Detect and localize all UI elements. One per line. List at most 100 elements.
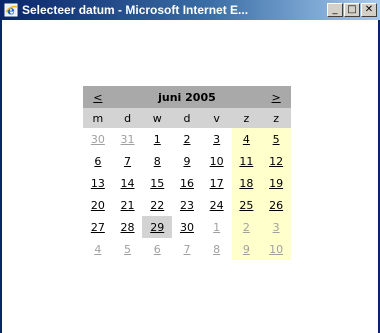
close-button[interactable]: ✕: [361, 3, 377, 17]
calendar-day-link[interactable]: 3: [213, 133, 220, 146]
calendar-day-link[interactable]: 5: [273, 133, 280, 146]
calendar-day-link[interactable]: 1: [213, 221, 220, 234]
calendar-day-cell: 17: [201, 172, 232, 194]
calendar-day-cell: 8: [201, 238, 232, 260]
calendar-day-link[interactable]: 2: [243, 221, 250, 234]
calendar-day-link[interactable]: 30: [180, 221, 194, 234]
calendar-day-link[interactable]: 9: [243, 243, 250, 256]
calendar-day-cell: 24: [201, 194, 232, 216]
calendar-day-cell: 4: [231, 128, 262, 150]
calendar-day-link[interactable]: 24: [210, 199, 224, 212]
calendar-day-link[interactable]: 6: [154, 243, 161, 256]
calendar-day-link[interactable]: 28: [121, 221, 135, 234]
calendar-day-cell: 1: [142, 128, 173, 150]
minimize-button[interactable]: _: [327, 3, 343, 17]
minimize-icon: _: [332, 4, 338, 15]
window-controls: _ □ ✕: [327, 3, 377, 17]
calendar-day-link[interactable]: 1: [154, 133, 161, 146]
calendar-day-cell: 21: [112, 194, 143, 216]
calendar-day-cell: 22: [142, 194, 173, 216]
svg-text:e: e: [7, 4, 15, 18]
calendar-day-cell: 11: [231, 150, 262, 172]
calendar-day-link[interactable]: 3: [273, 221, 280, 234]
weekday-label: v: [201, 108, 232, 128]
calendar-day-link[interactable]: 25: [239, 199, 253, 212]
calendar-day-link[interactable]: 9: [183, 155, 190, 168]
calendar-day-cell: 13: [83, 172, 113, 194]
calendar-day-cell: 31: [112, 128, 143, 150]
calendar-day-link[interactable]: 31: [121, 133, 135, 146]
calendar-day-link[interactable]: 30: [91, 133, 105, 146]
calendar-day-link[interactable]: 18: [239, 177, 253, 190]
calendar-day-cell: 30: [83, 128, 113, 150]
calendar-day-cell: 9: [231, 238, 262, 260]
calendar-day-link[interactable]: 4: [243, 133, 250, 146]
calendar-days: 30 31 1 2 3 4 5 6 7 8 9 10 11 12 13 14 15 16 17 18 19 20 21 22 2…: [83, 128, 291, 260]
title-bar[interactable]: e Selecteer datum - Microsoft Internet E…: [0, 0, 380, 20]
prev-month-link[interactable]: <: [83, 86, 113, 108]
calendar-header: < juni 2005 >: [83, 86, 291, 108]
calendar-day-cell: 10: [201, 150, 232, 172]
calendar-day-link[interactable]: 26: [269, 199, 283, 212]
calendar-day-cell: 3: [261, 216, 291, 238]
calendar-day-link[interactable]: 10: [269, 243, 283, 256]
calendar-day-cell: 29: [142, 216, 173, 238]
calendar-day-link[interactable]: 22: [150, 199, 164, 212]
calendar-day-cell: 3: [201, 128, 232, 150]
calendar-week-row: 13 14 15 16 17 18 19: [83, 172, 291, 194]
calendar-day-cell: 26: [261, 194, 291, 216]
calendar-day-link[interactable]: 15: [150, 177, 164, 190]
window-title: Selecteer datum - Microsoft Internet E..…: [22, 3, 249, 17]
calendar-day-link[interactable]: 29: [150, 221, 164, 234]
calendar-day-cell: 9: [172, 150, 202, 172]
calendar-day-cell: 19: [261, 172, 291, 194]
calendar-day-link[interactable]: 5: [124, 243, 131, 256]
calendar-day-cell: 27: [83, 216, 113, 238]
calendar-day-link[interactable]: 20: [91, 199, 105, 212]
calendar-day-link[interactable]: 8: [154, 155, 161, 168]
calendar-week-row: 6 7 8 9 10 11 12: [83, 150, 291, 172]
weekday-label: w: [142, 108, 173, 128]
calendar-day-link[interactable]: 10: [210, 155, 224, 168]
calendar-day-cell: 23: [172, 194, 202, 216]
window-border-left: [0, 20, 2, 333]
calendar-day-cell: 5: [261, 128, 291, 150]
close-icon: ✕: [364, 4, 374, 15]
month-label: juni 2005: [158, 90, 216, 104]
calendar-day-link[interactable]: 7: [124, 155, 131, 168]
calendar-day-link[interactable]: 2: [183, 133, 190, 146]
calendar-day-link[interactable]: 14: [121, 177, 135, 190]
calendar-day-link[interactable]: 11: [239, 155, 253, 168]
calendar-day-cell: 25: [231, 194, 262, 216]
calendar-day-cell: 16: [172, 172, 202, 194]
weekday-label: z: [231, 108, 262, 128]
calendar-day-link[interactable]: 23: [180, 199, 194, 212]
calendar-week-row: 20 21 22 23 24 25 26: [83, 194, 291, 216]
weekday-label: d: [112, 108, 143, 128]
calendar-day-cell: 30: [172, 216, 202, 238]
calendar-day-link[interactable]: 17: [210, 177, 224, 190]
calendar-day-cell: 7: [172, 238, 202, 260]
calendar-day-cell: 28: [112, 216, 143, 238]
calendar-day-link[interactable]: 12: [269, 155, 283, 168]
maximize-button[interactable]: □: [344, 3, 360, 17]
calendar-week-row: 30 31 1 2 3 4 5: [83, 128, 291, 150]
calendar-day-cell: 6: [142, 238, 173, 260]
calendar-day-link[interactable]: 13: [91, 177, 105, 190]
weekday-label: z: [261, 108, 291, 128]
restore-icon: □: [347, 4, 357, 15]
calendar-day-link[interactable]: 21: [121, 199, 135, 212]
calendar-day-link[interactable]: 27: [91, 221, 105, 234]
calendar-day-cell: 1: [201, 216, 232, 238]
calendar-day-cell: 12: [261, 150, 291, 172]
calendar-day-link[interactable]: 4: [94, 243, 101, 256]
calendar-day-link[interactable]: 16: [180, 177, 194, 190]
calendar-day-link[interactable]: 19: [269, 177, 283, 190]
next-month-link[interactable]: >: [261, 86, 291, 108]
calendar-day-link[interactable]: 8: [213, 243, 220, 256]
calendar-day-cell: 20: [83, 194, 113, 216]
weekday-label: d: [172, 108, 202, 128]
calendar-day-link[interactable]: 7: [183, 243, 190, 256]
calendar-day-link[interactable]: 6: [94, 155, 101, 168]
weekday-header-row: mdwdvzz: [83, 108, 291, 128]
